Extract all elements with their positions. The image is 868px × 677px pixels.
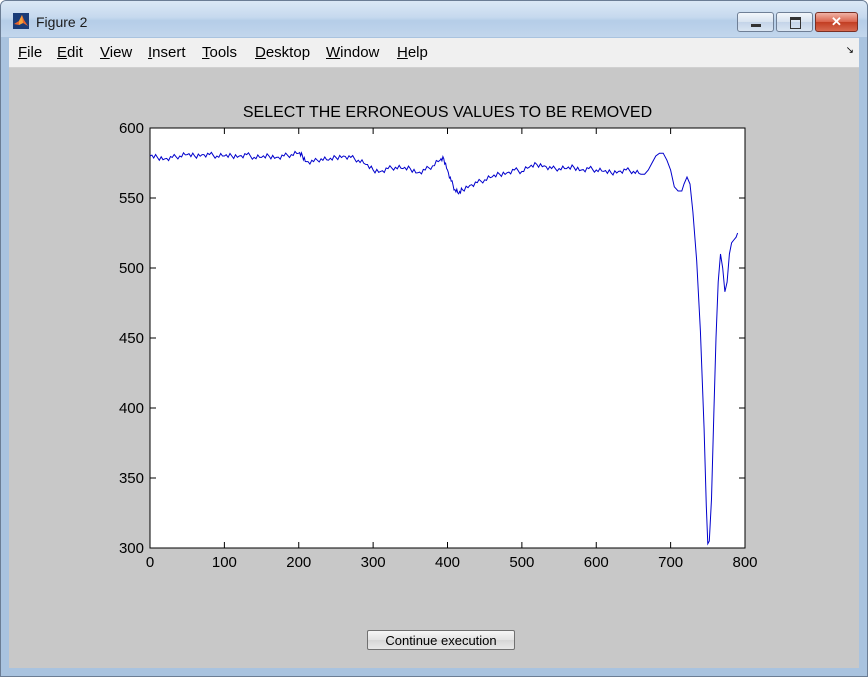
x-tick-label: 600 <box>584 554 609 571</box>
line-chart[interactable]: SELECT THE ERRONEOUS VALUES TO BE REMOVE… <box>9 68 859 668</box>
window-title: Figure 2 <box>36 14 88 30</box>
x-tick-label: 100 <box>212 554 237 571</box>
menu-view[interactable]: View <box>100 44 132 61</box>
x-tick-label: 300 <box>361 554 386 571</box>
y-tick-label: 600 <box>119 120 144 137</box>
menu-edit[interactable]: Edit <box>57 44 83 61</box>
continue-execution-button[interactable]: Continue execution <box>367 630 515 650</box>
menu-bar: File Edit View Insert Tools Desktop Wind… <box>9 38 859 68</box>
x-tick-label: 800 <box>732 554 757 571</box>
menu-tools[interactable]: Tools <box>202 44 237 61</box>
y-tick-label: 550 <box>119 190 144 207</box>
menu-file[interactable]: File <box>18 44 42 61</box>
y-tick-label: 350 <box>119 470 144 487</box>
x-tick-label: 700 <box>658 554 683 571</box>
chart-title: SELECT THE ERRONEOUS VALUES TO BE REMOVE… <box>243 104 652 121</box>
menu-desktop[interactable]: Desktop <box>255 44 310 61</box>
minimize-button[interactable] <box>737 12 774 32</box>
x-tick-label: 0 <box>146 554 154 571</box>
menu-insert[interactable]: Insert <box>148 44 186 61</box>
figure-canvas: SELECT THE ERRONEOUS VALUES TO BE REMOVE… <box>9 68 859 668</box>
plot-area[interactable] <box>149 127 746 549</box>
y-tick-label: 500 <box>119 260 144 277</box>
matlab-icon <box>13 13 29 29</box>
menu-help[interactable]: Help <box>397 44 428 61</box>
close-button[interactable]: ✕ <box>815 12 858 32</box>
x-tick-label: 200 <box>286 554 311 571</box>
close-icon: ✕ <box>831 14 842 29</box>
dock-arrow-icon[interactable]: ↘ <box>846 45 854 56</box>
figure-window: Figure 2 ✕ File Edit View Insert Tools D… <box>0 0 868 677</box>
y-tick-label: 450 <box>119 330 144 347</box>
y-tick-label: 300 <box>119 540 144 557</box>
maximize-icon <box>790 17 801 29</box>
minimize-icon <box>751 24 761 27</box>
x-tick-label: 400 <box>435 554 460 571</box>
x-tick-label: 500 <box>509 554 534 571</box>
menu-window[interactable]: Window <box>326 44 379 61</box>
y-tick-label: 400 <box>119 400 144 417</box>
maximize-button[interactable] <box>776 12 813 32</box>
title-bar[interactable]: Figure 2 ✕ <box>1 1 867 37</box>
